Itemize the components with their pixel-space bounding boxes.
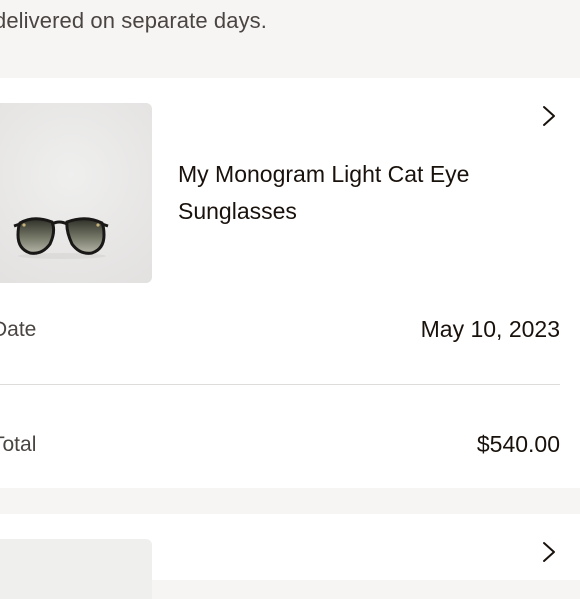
sunglasses-icon <box>13 217 109 259</box>
product-image[interactable] <box>0 103 152 283</box>
product-name[interactable]: My Monogram Light Cat Eye Sunglasses <box>178 156 508 230</box>
chevron-right-icon[interactable] <box>539 540 559 564</box>
date-value: May 10, 2023 <box>420 316 560 342</box>
order-item-card[interactable]: My Monogram Light Cat Eye Sunglasses Dat… <box>0 78 580 488</box>
delivery-notice: delivered on separate days. <box>0 8 267 33</box>
total-value: $540.00 <box>476 431 560 457</box>
total-label: Total <box>0 433 37 456</box>
date-label: Date <box>0 318 37 341</box>
next-order-item-card[interactable] <box>0 514 580 599</box>
divider <box>0 384 560 385</box>
next-product-image[interactable] <box>0 539 152 599</box>
chevron-right-icon[interactable] <box>539 104 559 128</box>
